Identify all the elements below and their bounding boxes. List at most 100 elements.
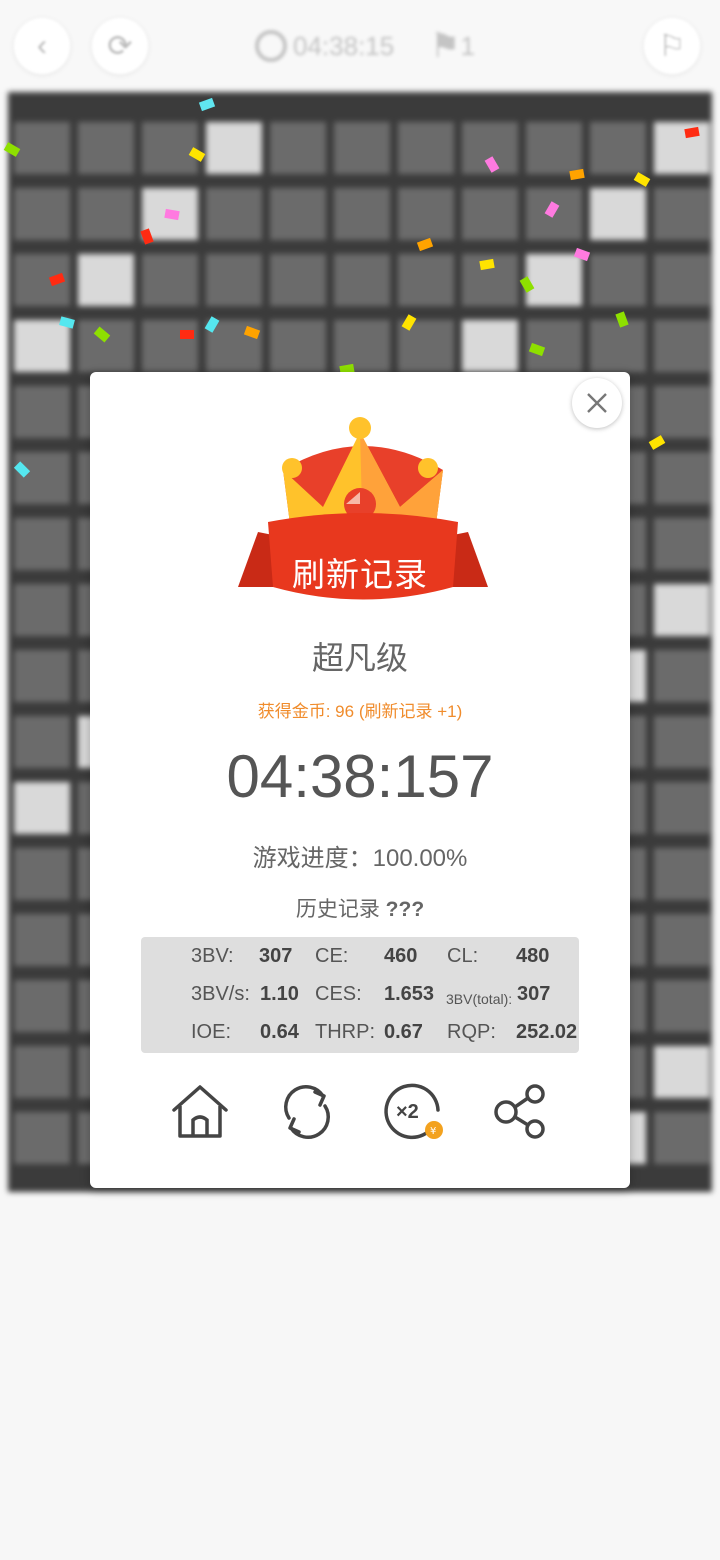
stat-3bvs: 3BV/s:	[191, 983, 250, 1005]
board-cell	[462, 188, 518, 240]
difficulty-level: 超凡级	[311, 640, 408, 676]
board-cell	[654, 518, 710, 570]
stat-3bv-value: 307	[259, 945, 293, 967]
board-cell	[270, 254, 326, 306]
board-cell	[654, 1046, 710, 1098]
board-cell	[654, 782, 710, 834]
stat-rqp-value: 252.02	[516, 1021, 578, 1043]
board-cell	[398, 122, 454, 174]
clock-icon	[255, 30, 287, 62]
double-coins-icon: ×2 ¥	[384, 1083, 443, 1140]
confetti-piece	[180, 330, 194, 339]
stat-ce-value: 460	[384, 945, 418, 967]
home-icon	[172, 1085, 228, 1138]
board-cell	[14, 386, 70, 438]
board-cell	[14, 518, 70, 570]
board-cell	[590, 188, 646, 240]
board-cell	[142, 122, 198, 174]
board-cell	[14, 122, 70, 174]
board-cell	[206, 254, 262, 306]
history-value: ???	[385, 898, 425, 921]
game-progress: 游戏进度：100.00%	[252, 845, 468, 872]
board-cell	[14, 914, 70, 966]
stat-3bv-total-value: 307	[517, 983, 551, 1005]
board-cell	[206, 122, 262, 174]
board-cell	[590, 122, 646, 174]
stat-ioe: IOE:	[191, 1021, 232, 1043]
stats-panel: 3BV: 307 CE: 460 CL: 480 3BV/s: 1.10 CES…	[141, 937, 579, 1053]
share-icon	[494, 1084, 545, 1139]
board-cell	[14, 1112, 70, 1164]
flag-outline-icon: ⚐	[658, 29, 686, 63]
home-button[interactable]	[168, 1080, 232, 1144]
double-coins-button[interactable]: ×2 ¥	[382, 1080, 446, 1144]
stat-ces: CES:	[315, 983, 362, 1005]
board-cell	[654, 1112, 710, 1164]
svg-text:×2: ×2	[396, 1101, 419, 1123]
close-icon	[587, 393, 607, 413]
board-cell	[654, 584, 710, 636]
board-cell	[14, 1046, 70, 1098]
board-cell	[654, 848, 710, 900]
board-cell	[78, 254, 134, 306]
board-cell	[78, 188, 134, 240]
back-button[interactable]: ‹	[14, 18, 70, 74]
board-cell	[654, 716, 710, 768]
board-cell	[654, 914, 710, 966]
board-cell	[14, 980, 70, 1032]
board-cell	[270, 320, 326, 372]
timer-value: 04:38:15	[293, 30, 395, 61]
board-cell	[462, 320, 518, 372]
stat-thrp: THRP:	[315, 1021, 375, 1043]
board-cell	[654, 650, 710, 702]
svg-text:¥: ¥	[430, 1126, 436, 1137]
board-cell	[270, 188, 326, 240]
flag-counter: ⚑ 1	[430, 26, 475, 66]
board-cell	[334, 254, 390, 306]
board-cell	[590, 254, 646, 306]
history-record: 历史记录 ???	[90, 893, 630, 923]
replay-button[interactable]	[275, 1080, 339, 1144]
board-cell	[334, 188, 390, 240]
refresh-icon: ⟳	[107, 29, 133, 63]
game-timer: 04:38:15	[255, 26, 394, 66]
share-button[interactable]	[488, 1080, 552, 1144]
flag-icon: ⚑	[430, 27, 461, 65]
board-cell	[526, 254, 582, 306]
board-cell	[654, 320, 710, 372]
stat-ce: CE:	[315, 945, 349, 967]
stat-cl: CL:	[447, 945, 479, 967]
board-cell	[14, 848, 70, 900]
stat-thrp-value: 0.67	[384, 1021, 423, 1043]
board-cell	[142, 254, 198, 306]
board-cell	[270, 122, 326, 174]
board-cell	[142, 320, 198, 372]
board-cell	[78, 320, 134, 372]
coins-earned: 获得金币: 96 (刷新记录 +1)	[257, 702, 463, 721]
board-cell	[14, 782, 70, 834]
board-cell	[654, 254, 710, 306]
board-cell	[14, 452, 70, 504]
board-cell	[14, 188, 70, 240]
close-button[interactable]	[572, 378, 622, 428]
board-cell	[398, 188, 454, 240]
stat-ioe-value: 0.64	[260, 1021, 299, 1043]
board-cell	[14, 320, 70, 372]
restart-button[interactable]: ⟳	[92, 18, 148, 74]
board-cell	[398, 254, 454, 306]
stat-ces-value: 1.653	[384, 983, 435, 1005]
chevron-left-icon: ‹	[37, 29, 47, 62]
ribbon-title: 刷新记录	[292, 556, 428, 593]
stat-3bv: 3BV:	[191, 945, 234, 967]
stat-cl-value: 480	[516, 945, 550, 967]
stat-3bvs-value: 1.10	[260, 983, 299, 1005]
board-cell	[590, 320, 646, 372]
board-cell	[654, 980, 710, 1032]
board-cell	[334, 122, 390, 174]
stat-3bv-total: 3BV(total):	[446, 991, 513, 1007]
board-cell	[78, 122, 134, 174]
board-cell	[526, 122, 582, 174]
board-cell	[654, 122, 710, 174]
top-bar: ‹ ⟳ 04:38:15 ⚑ 1 ⚐	[0, 0, 720, 92]
hint-button[interactable]: ⚐	[644, 18, 700, 74]
